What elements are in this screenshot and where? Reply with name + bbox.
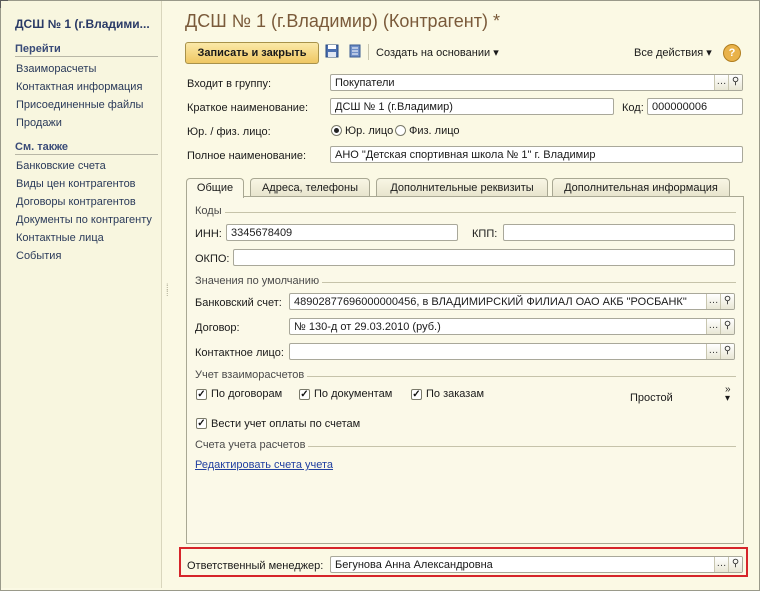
- entity-type-label: Юр. / физ. лицо:: [187, 126, 271, 138]
- tab-additional-info[interactable]: Дополнительная информация: [552, 178, 730, 197]
- nav-section-go: Перейти: [15, 43, 158, 57]
- okpo-label: ОКПО:: [195, 253, 230, 265]
- search-icon[interactable]: ⚲: [720, 294, 734, 309]
- checkbox-by-contracts[interactable]: ✓: [196, 389, 207, 400]
- radio-legal-entity[interactable]: [331, 125, 342, 136]
- more-chevron-icon[interactable]: » ▾: [725, 385, 731, 404]
- group-field[interactable]: Покупатели … ⚲: [330, 74, 743, 91]
- save-icon[interactable]: [325, 44, 339, 58]
- checkbox-pay-by-invoices[interactable]: ✓: [196, 418, 207, 429]
- code-label: Код:: [622, 102, 644, 114]
- code-field[interactable]: 000000006: [647, 98, 743, 115]
- bank-account-field[interactable]: 48902877696000000456, в ВЛАДИМИРСКИЙ ФИЛ…: [289, 293, 735, 310]
- create-based-on-label: Создать на основании: [376, 47, 491, 59]
- contact-person-label: Контактное лицо:: [195, 347, 284, 359]
- select-button[interactable]: …: [706, 319, 720, 334]
- bank-account-value: 48902877696000000456, в ВЛАДИМИРСКИЙ ФИЛ…: [294, 296, 687, 308]
- toolbar-separator: [368, 44, 369, 60]
- settlements-group-title: Учет взаиморасчетов: [195, 369, 308, 381]
- nav-section-see-also: См. также: [15, 141, 158, 155]
- nav-item-documents[interactable]: Документы по контрагенту: [16, 214, 152, 226]
- by-documents-label: По документам: [314, 388, 393, 400]
- dropdown-arrow-icon: ▾: [493, 47, 499, 59]
- select-button[interactable]: …: [706, 344, 720, 359]
- full-name-field[interactable]: АНО "Детская спортивная школа № 1" г. Вл…: [330, 146, 743, 163]
- tab-additional-attributes[interactable]: Дополнительные реквизиты: [376, 178, 548, 197]
- manager-field[interactable]: Бегунова Анна Александровна … ⚲: [330, 556, 743, 573]
- tab-addresses-phones[interactable]: Адреса, телефоны: [250, 178, 370, 197]
- full-name-label: Полное наименование:: [187, 150, 307, 162]
- dropdown-arrow-icon: ▾: [706, 47, 712, 59]
- nav-item-sales[interactable]: Продажи: [16, 117, 62, 129]
- kpp-field[interactable]: [503, 224, 735, 241]
- nav-item-price-types[interactable]: Виды цен контрагентов: [16, 178, 136, 190]
- defaults-group-title: Значения по умолчанию: [195, 275, 323, 287]
- inn-label: ИНН:: [195, 228, 222, 240]
- kpp-label: КПП:: [472, 228, 498, 240]
- contract-label: Договор:: [195, 322, 240, 334]
- save-close-button[interactable]: Записать и закрыть: [185, 42, 319, 64]
- select-button[interactable]: …: [706, 294, 720, 309]
- bank-account-label: Банковский счет:: [195, 297, 282, 309]
- contact-person-field[interactable]: … ⚲: [289, 343, 735, 360]
- radio-individual-label: Физ. лицо: [409, 125, 460, 137]
- nav-item-contact-persons[interactable]: Контактные лица: [16, 232, 104, 244]
- okpo-field[interactable]: [233, 249, 735, 266]
- select-button[interactable]: …: [714, 557, 728, 572]
- nav-item-contact-info[interactable]: Контактная информация: [16, 81, 142, 93]
- contract-value: № 130-д от 29.03.2010 (руб.): [294, 321, 441, 333]
- checkbox-by-documents[interactable]: ✓: [299, 389, 310, 400]
- group-label: Входит в группу:: [187, 78, 271, 90]
- nav-item-settlements[interactable]: Взаиморасчеты: [16, 63, 96, 75]
- nav-item-bank-accounts[interactable]: Банковские счета: [16, 160, 106, 172]
- all-actions-label: Все действия: [634, 47, 704, 59]
- search-icon[interactable]: ⚲: [728, 557, 742, 572]
- group-value: Покупатели: [335, 77, 395, 89]
- accounts-group-title: Счета учета расчетов: [195, 439, 309, 451]
- radio-individual[interactable]: [395, 125, 406, 136]
- codes-group-title: Коды: [195, 205, 225, 217]
- help-button[interactable]: ?: [723, 44, 741, 62]
- pay-by-invoices-label: Вести учет оплаты по счетам: [211, 418, 361, 430]
- search-icon[interactable]: ⚲: [720, 319, 734, 334]
- all-actions-menu[interactable]: Все действия ▾: [634, 46, 712, 59]
- short-name-field[interactable]: ДСШ № 1 (г.Владимир): [330, 98, 614, 115]
- manager-value: Бегунова Анна Александровна: [335, 559, 493, 571]
- create-based-on-menu[interactable]: Создать на основании ▾: [376, 46, 499, 59]
- short-name-label: Краткое наименование:: [187, 102, 309, 114]
- edit-accounts-link[interactable]: Редактировать счета учета: [195, 459, 333, 471]
- search-icon[interactable]: ⚲: [720, 344, 734, 359]
- nav-item-contracts[interactable]: Договоры контрагентов: [16, 196, 136, 208]
- by-orders-label: По заказам: [426, 388, 485, 400]
- nav-item-attached-files[interactable]: Присоединенные файлы: [16, 99, 143, 111]
- search-icon[interactable]: ⚲: [728, 75, 742, 90]
- navigation-panel: ДСШ № 1 (г.Владими... Перейти Взаиморасч…: [1, 1, 162, 588]
- select-button[interactable]: …: [714, 75, 728, 90]
- nav-title: ДСШ № 1 (г.Владими...: [15, 17, 150, 31]
- tab-general[interactable]: Общие: [186, 178, 244, 198]
- manager-label: Ответственный менеджер:: [187, 560, 324, 572]
- radio-legal-entity-label: Юр. лицо: [345, 125, 394, 137]
- list-icon[interactable]: [348, 44, 362, 58]
- nav-item-events[interactable]: События: [16, 250, 61, 262]
- panel-resize-grip[interactable]: ⁞ ⁞: [166, 283, 169, 298]
- contract-field[interactable]: № 130-д от 29.03.2010 (руб.) … ⚲: [289, 318, 735, 335]
- checkbox-by-orders[interactable]: ✓: [411, 389, 422, 400]
- inn-field[interactable]: 3345678409: [226, 224, 458, 241]
- page-title: ДСШ № 1 (г.Владимир) (Контрагент) *: [185, 11, 500, 31]
- mode-value[interactable]: Простой: [630, 392, 673, 404]
- by-contracts-label: По договорам: [211, 388, 283, 400]
- group-divider: [196, 212, 736, 213]
